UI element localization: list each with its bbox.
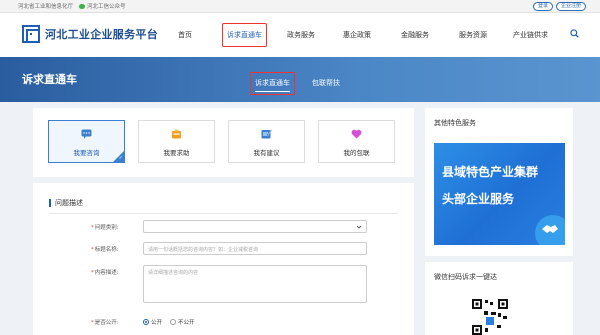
- check-icon: ✓: [118, 155, 123, 161]
- nav-item-appeal[interactable]: 诉求直通车: [222, 23, 267, 47]
- nav-item-supply-chain[interactable]: 产业链供求: [513, 30, 548, 40]
- banner-line-2: 头部企业服务: [442, 192, 515, 206]
- page-title: 诉求直通车: [22, 73, 77, 86]
- public-radio-group: 公开 不公开: [143, 318, 195, 326]
- chevron-down-icon: [356, 225, 362, 229]
- category-label: 我的包联: [343, 149, 370, 157]
- top-links: 河北省工业和信息化厅 河北工信公众号: [18, 2, 126, 10]
- required-mark: *: [91, 270, 94, 276]
- type-label-text: 问题类别:: [94, 225, 119, 231]
- category-panel: 我要咨询 ✓ 我要求助 我有建议 我的包联: [33, 108, 414, 177]
- wechat-icon: [79, 3, 86, 9]
- subject-label-text: 标题名称:: [94, 247, 119, 253]
- category-my-assistance[interactable]: 我的包联: [318, 120, 395, 163]
- chat-icon: [81, 129, 92, 139]
- radio-private-label: 不公开: [178, 320, 195, 326]
- category-consult[interactable]: 我要咨询 ✓: [48, 120, 125, 163]
- top-utility-bar: 河北省工业和信息化厅 河北工信公众号 登录 企业注册: [0, 0, 600, 13]
- radio-public[interactable]: 公开: [143, 318, 162, 326]
- page-banner: 诉求直通车 诉求直通车 包联帮扶: [0, 57, 600, 102]
- radio-public-label: 公开: [151, 320, 163, 326]
- qr-title: 微信扫码诉求一键达: [434, 273, 497, 281]
- required-mark: *: [91, 225, 94, 231]
- cluster-service-banner[interactable]: 县域特色产业集群 头部企业服务: [434, 143, 565, 245]
- login-button[interactable]: 登录: [532, 2, 553, 11]
- register-button[interactable]: 企业注册: [555, 2, 586, 11]
- help-icon: [172, 129, 181, 139]
- nav-item-home[interactable]: 首页: [178, 30, 192, 40]
- wechat-qr-card: 微信扫码诉求一键达: [425, 262, 573, 335]
- public-label-text: 是否公开:: [94, 320, 119, 326]
- form-divider: [49, 213, 398, 214]
- nav-item-policy[interactable]: 惠企政策: [343, 30, 371, 40]
- search-icon[interactable]: [570, 29, 579, 38]
- category-help[interactable]: 我要求助: [138, 120, 215, 163]
- nav-item-resources[interactable]: 服务资源: [459, 30, 487, 40]
- category-label: 我要求助: [163, 149, 190, 157]
- category-suggestion[interactable]: 我有建议: [228, 120, 305, 163]
- tab-appeal[interactable]: 诉求直通车: [250, 72, 295, 95]
- wechat-link-label: 河北工信公众号: [87, 4, 126, 10]
- content-label-text: 内容描述:: [94, 270, 119, 276]
- featured-services-card: 其他特色服务 县域特色产业集群 头部企业服务: [425, 108, 573, 256]
- subject-label: *标题名称:: [91, 245, 135, 253]
- heart-icon: [351, 129, 362, 139]
- site-header: 河北工业企业服务平台 首页 诉求直通车 政务服务 惠企政策 金融服务 服务资源 …: [0, 13, 600, 57]
- suggestion-icon: [261, 129, 272, 139]
- appeal-form: 问题描述 *问题类别: *标题名称: 请用一句话概括您的咨询内容？如：企业减税咨…: [33, 183, 414, 335]
- category-label: 我有建议: [253, 149, 280, 157]
- handshake-icon: [542, 225, 558, 233]
- radio-private[interactable]: 不公开: [170, 318, 195, 326]
- qr-code-icon: [470, 297, 510, 335]
- nav-item-government[interactable]: 政务服务: [287, 30, 315, 40]
- form-section-title: 问题描述: [49, 199, 83, 207]
- required-mark: *: [91, 320, 94, 326]
- banner-line-1: 县域特色产业集群: [442, 165, 539, 179]
- main-nav: 首页 诉求直通车 政务服务 惠企政策 金融服务 服务资源 产业链供求: [0, 13, 600, 57]
- public-label: *是否公开:: [91, 318, 135, 326]
- tab-assistance[interactable]: 包联帮扶: [312, 78, 340, 88]
- content-label: *内容描述:: [91, 268, 135, 276]
- content-textarea[interactable]: 请详细描述咨询的内容: [143, 265, 367, 303]
- wechat-link[interactable]: 河北工信公众号: [79, 2, 126, 10]
- type-label: *问题类别:: [91, 223, 135, 231]
- org-link[interactable]: 河北省工业和信息化厅: [18, 2, 73, 10]
- subject-input[interactable]: 请用一句话概括您的咨询内容？如：企业减税咨询: [143, 242, 367, 255]
- nav-item-finance[interactable]: 金融服务: [401, 30, 429, 40]
- auth-buttons: 登录 企业注册: [532, 2, 586, 11]
- radio-dot: [170, 319, 177, 325]
- radio-dot: [143, 319, 149, 325]
- required-mark: *: [91, 247, 94, 253]
- type-select[interactable]: [143, 220, 367, 233]
- featured-services-title: 其他特色服务: [434, 119, 476, 127]
